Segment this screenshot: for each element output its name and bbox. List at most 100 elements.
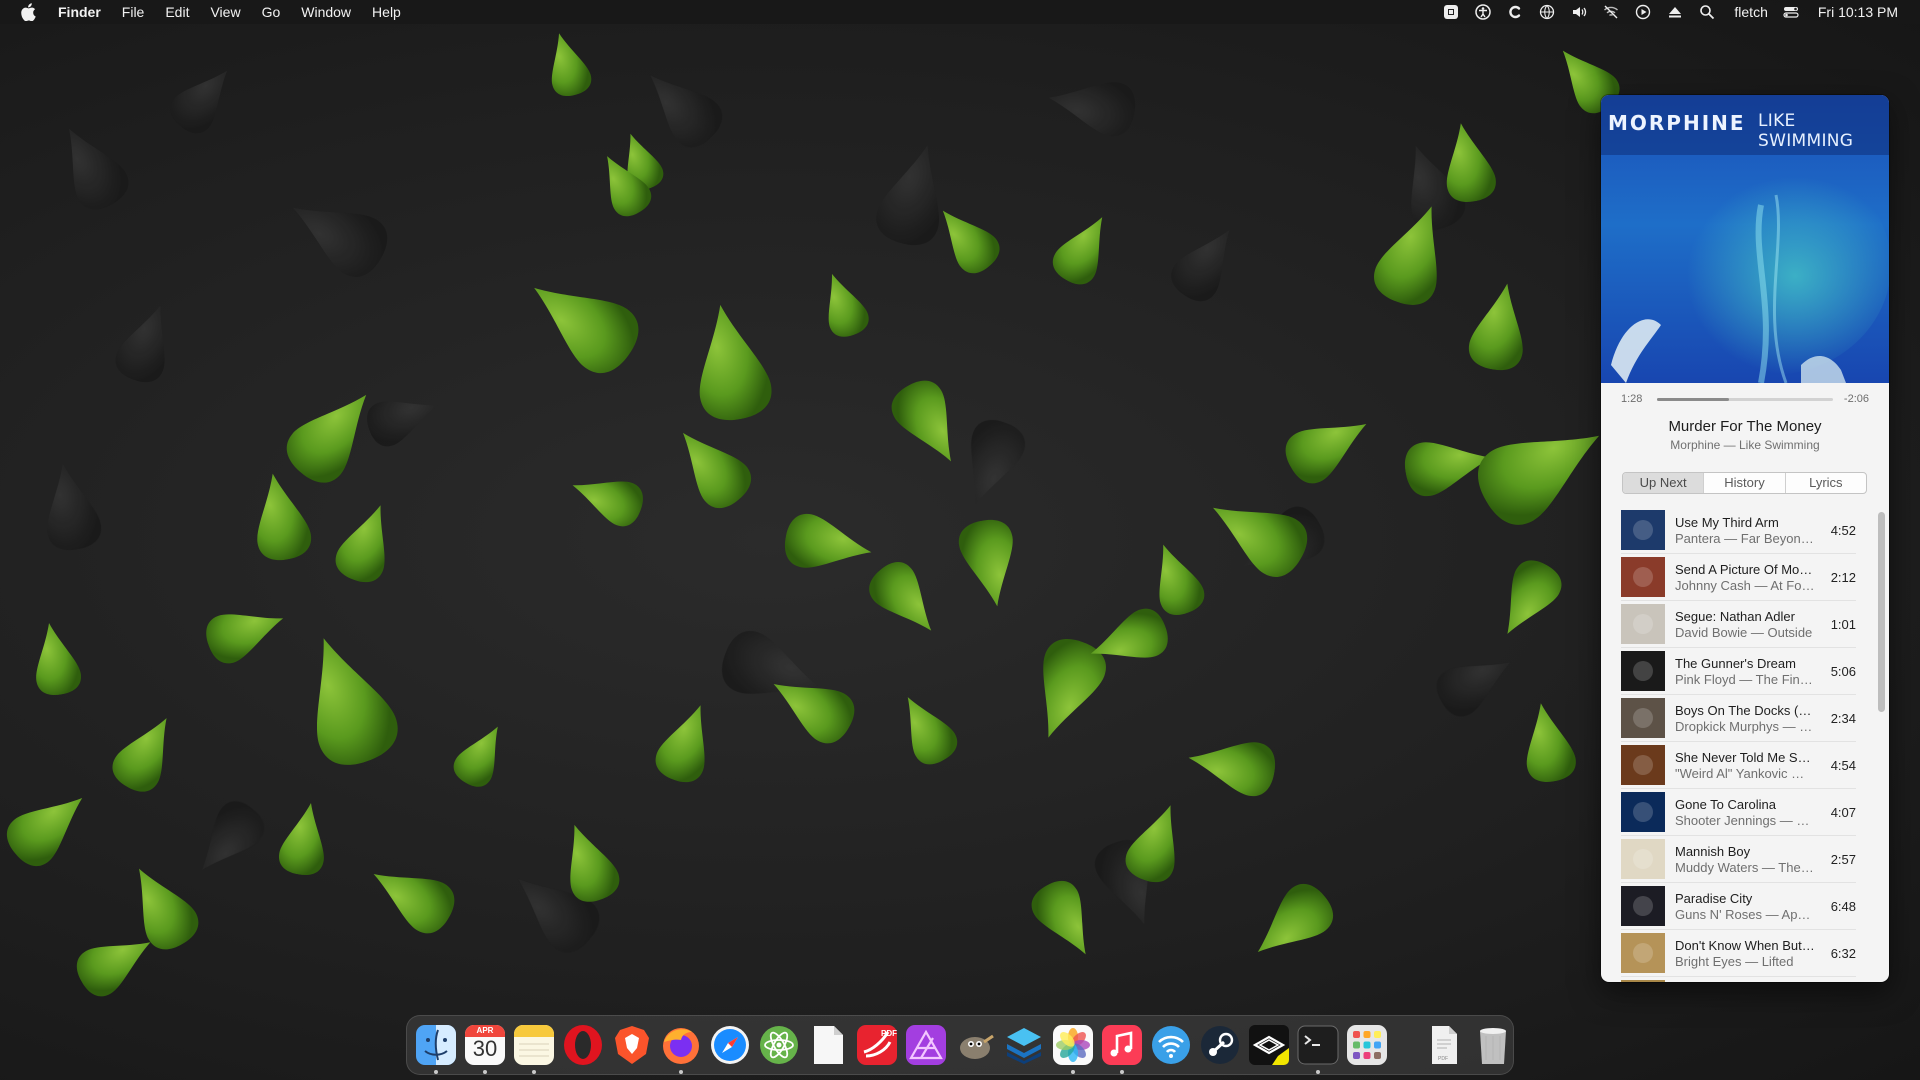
control-center-icon[interactable] xyxy=(1782,4,1800,20)
dock-photos[interactable] xyxy=(1052,1023,1094,1074)
queue-track-duration: 6:48 xyxy=(1830,899,1856,914)
queue-track-row[interactable]: The Gunner's Dream Pink Floyd — The Final… xyxy=(1621,648,1856,695)
menu-help[interactable]: Help xyxy=(372,4,401,20)
dock-gimp[interactable] xyxy=(954,1023,996,1067)
queue-track-title: Use My Third Arm xyxy=(1675,515,1779,530)
queue-track-artist-album: "Weird Al" Yankovic — Alapalooza xyxy=(1675,766,1815,781)
dock-opera[interactable] xyxy=(562,1023,604,1067)
menu-clock[interactable]: Fri 10:13 PM xyxy=(1818,4,1898,20)
menu-file[interactable]: File xyxy=(122,4,145,20)
menu-view[interactable]: View xyxy=(210,4,240,20)
album-art-artist-text: MORPHINE xyxy=(1608,111,1746,135)
queue-track-row[interactable]: Paradise CityGuns N' Roses — Appetite fo… xyxy=(1621,883,1856,930)
play-circle-icon[interactable] xyxy=(1634,4,1652,20)
queue-track-duration: 4:07 xyxy=(1830,805,1856,820)
queue-track-title: Paradise City xyxy=(1675,891,1753,906)
queue-scrollbar[interactable] xyxy=(1878,512,1885,712)
queue-track-title: Boys On The Docks (Murphy's Pub) xyxy=(1675,703,1815,718)
dock-pdf-expert[interactable]: PDF xyxy=(856,1023,898,1067)
tab-history[interactable]: History xyxy=(1703,473,1784,493)
queue-track-artist-album: Dropkick Murphys — Do or Die xyxy=(1675,719,1815,734)
dock-notes[interactable] xyxy=(513,1023,555,1074)
pdf-document-icon: PDF xyxy=(1432,1026,1457,1064)
queue-track-artist-album: David Bowie — Outside xyxy=(1675,625,1813,640)
svg-text:PDF: PDF xyxy=(1438,1056,1448,1062)
queue-track-artist-album: Pink Floyd — The Final Cut xyxy=(1675,672,1815,687)
queue-track-row[interactable]: Segue: Nathan Adler David Bowie — Outside… xyxy=(1621,601,1856,648)
queue-album-art xyxy=(1621,839,1665,879)
queue-track-title: Don't Know When But A Day Is Gonna Come xyxy=(1675,938,1815,953)
queue-track-row[interactable]: Boys On The Docks (Murphy's Pub)Dropkick… xyxy=(1621,695,1856,742)
queue-track-artist-album: Pantera — Far Beyond Driven xyxy=(1675,531,1815,546)
album-artwork: MORPHINE LIKE SWIMMING xyxy=(1601,95,1889,383)
dock-firefox[interactable] xyxy=(660,1023,702,1074)
dock-steam[interactable] xyxy=(1199,1023,1241,1067)
menu-go[interactable]: Go xyxy=(262,4,281,20)
dock-pdf-document[interactable]: PDF xyxy=(1423,1023,1465,1067)
dock-terminal-alt[interactable] xyxy=(1248,1023,1290,1067)
svg-text:PDF: PDF xyxy=(881,1029,897,1038)
queue-track-duration: 6:32 xyxy=(1830,946,1856,961)
vpn-globe-icon[interactable] xyxy=(1538,4,1556,20)
dock-atom[interactable] xyxy=(758,1023,800,1067)
queue-track-row[interactable]: Don't Know When But A Day Is Gonna ComeB… xyxy=(1621,930,1856,977)
dock-music[interactable] xyxy=(1101,1023,1143,1074)
dock-affinity[interactable] xyxy=(905,1023,947,1067)
menu-app-name[interactable]: Finder xyxy=(58,4,101,20)
tab-up-next[interactable]: Up Next xyxy=(1623,473,1704,493)
queue-track-artist-album: Johnny Cash — At Folsom Prison xyxy=(1675,578,1815,593)
creative-cloud-icon[interactable] xyxy=(1506,4,1524,20)
dock-safari[interactable] xyxy=(709,1023,751,1067)
queue-album-art xyxy=(1621,510,1665,550)
dock-launchpad[interactable] xyxy=(1346,1023,1388,1067)
queue-track-row[interactable]: Use My Third ArmPantera — Far Beyond Dri… xyxy=(1621,507,1856,554)
brave-icon xyxy=(615,1026,649,1064)
progress-slider[interactable] xyxy=(1657,398,1833,401)
queue-track-row[interactable]: Gone To CarolinaShooter Jennings — Put T… xyxy=(1621,789,1856,836)
eject-icon[interactable] xyxy=(1666,4,1684,20)
gimp-icon xyxy=(960,1034,994,1059)
photos-icon xyxy=(1053,1025,1093,1065)
layers-icon xyxy=(1007,1028,1041,1064)
menu-bar: Finder File Edit View Go Window Help fle… xyxy=(0,0,1920,24)
dock-trash[interactable] xyxy=(1472,1023,1514,1067)
spotlight-search-icon[interactable] xyxy=(1698,4,1716,20)
queue-track-row[interactable]: Waste Of PaintBright Eyes — Lifted xyxy=(1621,977,1856,982)
queue-album-art xyxy=(1621,980,1665,982)
desktop: Finder File Edit View Go Window Help fle… xyxy=(0,0,1920,1080)
accessibility-icon[interactable] xyxy=(1474,4,1492,20)
queue-album-art xyxy=(1621,651,1665,691)
tab-lyrics[interactable]: Lyrics xyxy=(1784,473,1866,493)
queue-track-duration: 4:52 xyxy=(1830,523,1856,538)
queue-track-artist-album: Bright Eyes — Lifted xyxy=(1675,954,1794,969)
dock-calendar[interactable]: APR 30 xyxy=(464,1023,506,1074)
queue-track-title: The Gunner's Dream xyxy=(1675,656,1796,671)
dock-text-file[interactable] xyxy=(807,1023,849,1067)
menu-edit[interactable]: Edit xyxy=(165,4,189,20)
network-radar-icon xyxy=(1152,1026,1190,1064)
music-icon xyxy=(1102,1025,1142,1065)
dock-network-radar[interactable] xyxy=(1150,1023,1192,1067)
dock-brave[interactable] xyxy=(611,1023,653,1067)
keyboard-layout-icon[interactable] xyxy=(1442,4,1460,20)
queue-album-art xyxy=(1621,557,1665,597)
queue-track-artist-album: Shooter Jennings — Put The O Back in Cou… xyxy=(1675,813,1815,828)
queue-track-row[interactable]: She Never Told Me She Was a Mime"Weird A… xyxy=(1621,742,1856,789)
menu-window[interactable]: Window xyxy=(301,4,351,20)
queue-album-art xyxy=(1621,886,1665,926)
dock-layers[interactable] xyxy=(1003,1023,1045,1067)
queue-track-artist-album: Guns N' Roses — Appetite for Destruction xyxy=(1675,907,1815,922)
queue-track-duration: 2:34 xyxy=(1830,711,1856,726)
queue-track-title: Segue: Nathan Adler xyxy=(1675,609,1795,624)
dock-finder[interactable] xyxy=(415,1023,457,1074)
wifi-off-icon[interactable] xyxy=(1602,4,1620,20)
queue-track-row[interactable]: Mannish BoyMuddy Waters — The Best of Mu… xyxy=(1621,836,1856,883)
queue-track-title: Send A Picture Of Mother xyxy=(1675,562,1815,577)
album-art-album-text: LIKE SWIMMING xyxy=(1758,111,1854,151)
dock-terminal[interactable] xyxy=(1297,1023,1339,1074)
queue-track-row[interactable]: Send A Picture Of Mother Johnny Cash — At… xyxy=(1621,554,1856,601)
menu-user-name[interactable]: fletch xyxy=(1734,4,1767,20)
apple-menu-icon[interactable] xyxy=(20,3,36,21)
volume-icon[interactable] xyxy=(1570,4,1588,20)
playback-progress: 1:28 -2:06 xyxy=(1601,383,1889,413)
